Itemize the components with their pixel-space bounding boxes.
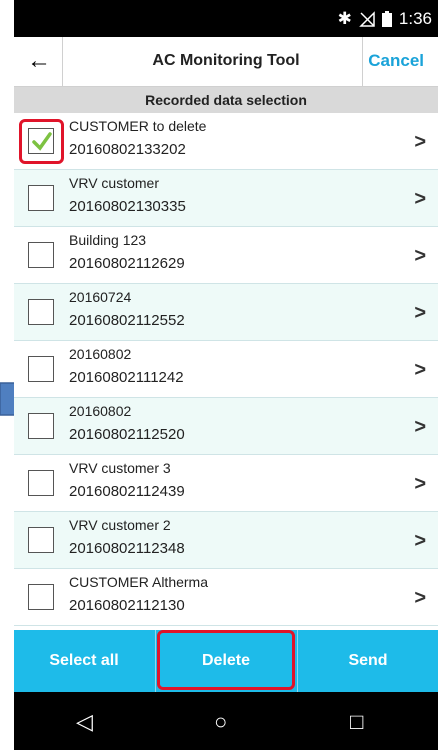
nav-back-icon[interactable]: ◁ — [76, 709, 93, 735]
no-signal-icon — [359, 11, 375, 27]
record-name: VRV customer — [69, 175, 159, 191]
delete-highlight — [157, 630, 295, 690]
row-checkbox[interactable] — [28, 527, 54, 553]
record-name: 20160802 — [69, 346, 132, 362]
bluetooth-icon: ✱ — [337, 9, 352, 28]
row-checkbox[interactable] — [28, 470, 54, 496]
record-name: CUSTOMER to delete — [69, 118, 207, 134]
list-item[interactable]: 20160802 20160802112520 > — [14, 398, 438, 455]
record-name: CUSTOMER Altherma — [69, 574, 208, 590]
checkmark-icon — [32, 132, 52, 151]
status-bar: ✱ 1:36 — [14, 0, 438, 37]
record-date: 20160802112439 — [69, 483, 185, 500]
row-checkbox[interactable] — [28, 413, 54, 439]
record-date: 20160802112629 — [69, 255, 185, 272]
row-checkbox[interactable] — [28, 584, 54, 610]
record-name: VRV customer 2 — [69, 517, 171, 533]
record-date: 20160802112520 — [69, 426, 185, 443]
list-item[interactable]: VRV customer 3 20160802112439 > — [14, 455, 438, 512]
chevron-right-icon[interactable]: > — [414, 245, 426, 268]
record-date: 20160802112552 — [69, 312, 185, 329]
row-checkbox[interactable] — [28, 128, 54, 154]
list-item[interactable]: VRV customer 20160802130335 > — [14, 170, 438, 227]
list-item[interactable]: 20160802 20160802111242 > — [14, 341, 438, 398]
nav-recents-icon[interactable]: □ — [350, 709, 363, 735]
record-date: 20160802130335 — [69, 198, 186, 215]
row-checkbox[interactable] — [28, 185, 54, 211]
chevron-right-icon[interactable]: > — [414, 302, 426, 325]
chevron-right-icon[interactable]: > — [414, 416, 426, 439]
divider — [362, 37, 363, 86]
list-item[interactable]: VRV customer 2 20160802112348 > — [14, 512, 438, 569]
recorded-data-list: CUSTOMER to delete 20160802133202 > VRV … — [14, 113, 438, 626]
record-name: 20160724 — [69, 289, 132, 305]
chevron-right-icon[interactable]: > — [414, 131, 426, 154]
record-date: 20160802133202 — [69, 141, 186, 158]
record-name: Building 123 — [69, 232, 147, 248]
chevron-right-icon[interactable]: > — [414, 359, 426, 382]
chevron-right-icon[interactable]: > — [414, 188, 426, 211]
record-date: 20160802112130 — [69, 597, 185, 614]
list-item[interactable]: CUSTOMER Altherma 20160802112130 > — [14, 569, 438, 626]
chevron-right-icon[interactable]: > — [414, 587, 426, 610]
record-date: 20160802112348 — [69, 540, 185, 557]
send-button[interactable]: Send — [298, 630, 438, 692]
clock: 1:36 — [398, 9, 432, 28]
row-checkbox[interactable] — [28, 242, 54, 268]
row-checkbox[interactable] — [28, 299, 54, 325]
section-title: Recorded data selection — [14, 87, 438, 113]
app-bar: ← AC Monitoring Tool Cancel — [14, 37, 438, 87]
row-checkbox[interactable] — [28, 356, 54, 382]
chevron-right-icon[interactable]: > — [414, 473, 426, 496]
select-all-button[interactable]: Select all — [14, 630, 154, 692]
list-item[interactable]: 20160724 20160802112552 > — [14, 284, 438, 341]
record-name: 20160802 — [69, 403, 132, 419]
android-nav-bar: ◁ ○ □ — [14, 692, 438, 750]
chevron-right-icon[interactable]: > — [414, 530, 426, 553]
record-name: VRV customer 3 — [69, 460, 171, 476]
phone-screen: ✱ 1:36 ← AC Monitoring Tool Cancel Recor… — [14, 0, 438, 750]
cancel-button[interactable]: Cancel — [368, 51, 424, 71]
list-item[interactable]: Building 123 20160802112629 > — [14, 227, 438, 284]
nav-home-icon[interactable]: ○ — [214, 709, 227, 735]
list-item[interactable]: CUSTOMER to delete 20160802133202 > — [14, 113, 438, 170]
record-date: 20160802111242 — [69, 369, 184, 386]
battery-icon — [381, 11, 392, 27]
